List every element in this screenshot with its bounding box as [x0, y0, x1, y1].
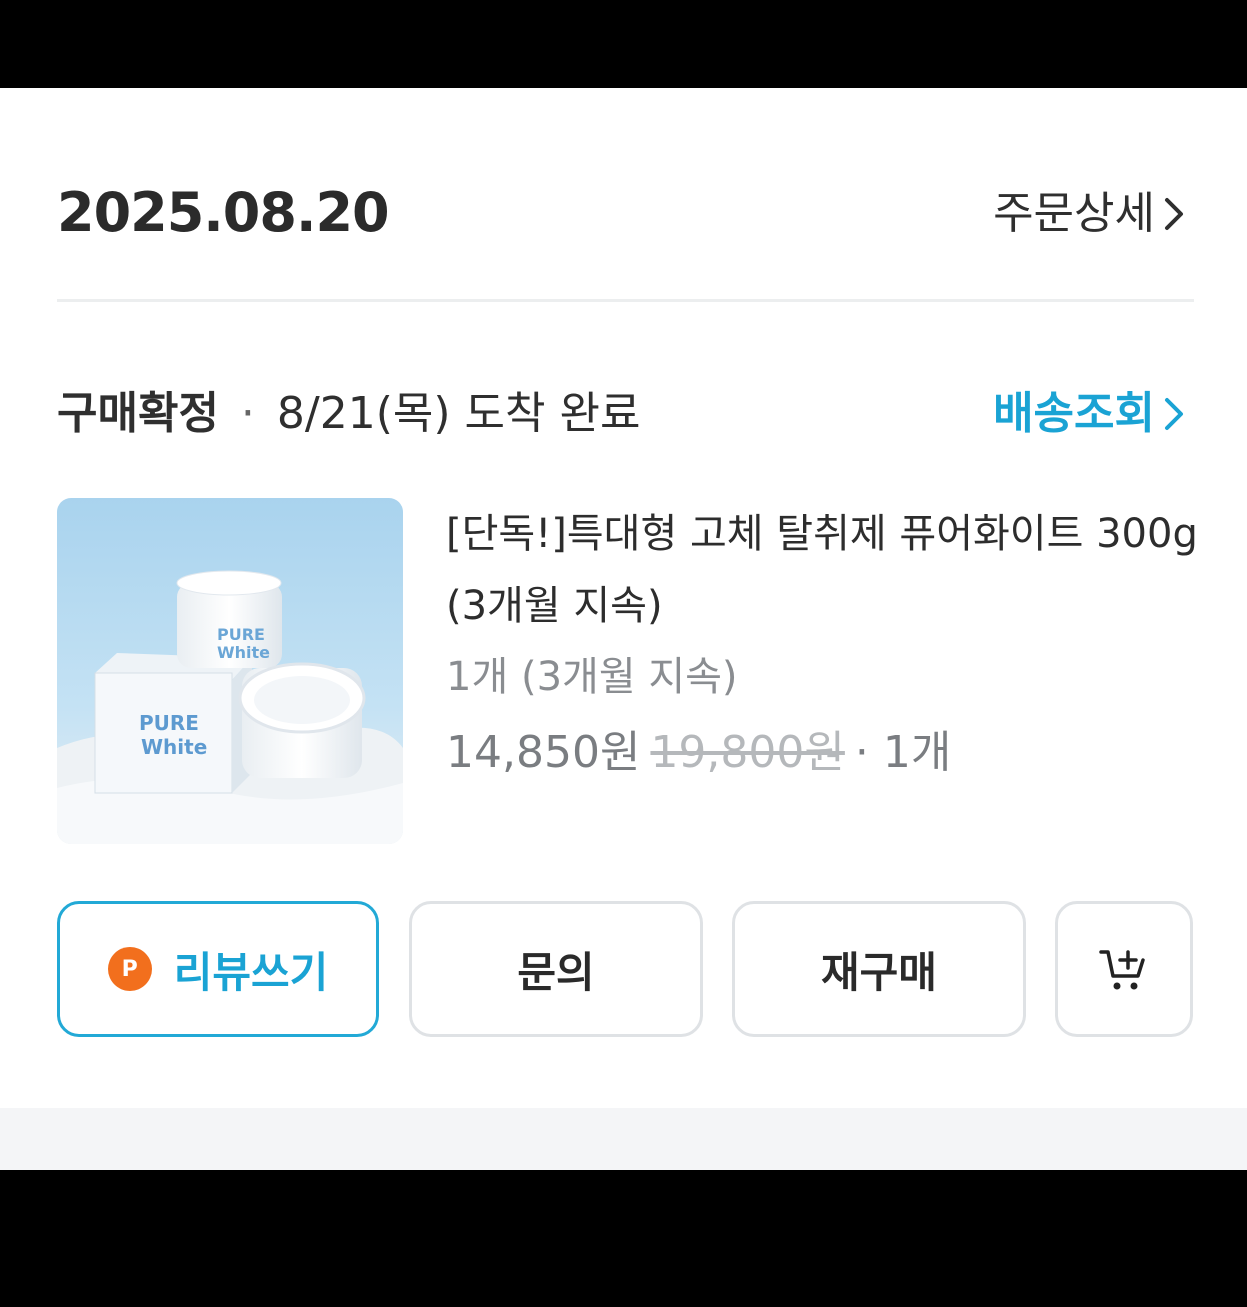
chevron-right-icon: [1165, 398, 1183, 430]
product-name[interactable]: [단독!]특대형 고체 탈취제 퓨어화이트 300g (3개월 지속): [446, 498, 1206, 642]
track-delivery-label: 배송조회: [993, 388, 1155, 439]
purchase-status: 구매확정: [57, 388, 219, 439]
order-date: 2025.08.20: [57, 181, 390, 244]
write-review-label: 리뷰쓰기: [173, 947, 329, 997]
quantity: · 1개: [854, 727, 952, 778]
inquiry-label: 문의: [517, 947, 595, 997]
product-thumbnail[interactable]: PURE White PURE White: [57, 498, 403, 844]
add-to-cart-icon: [1099, 950, 1145, 990]
price-row: 14,850원 19,800원 · 1개: [446, 722, 951, 784]
product-image: PURE White PURE White: [57, 498, 403, 844]
card-footer-spacer: [0, 1108, 1247, 1170]
arrival-text: 8/21(목) 도착 완료: [276, 388, 641, 439]
order-detail-label: 주문상세: [993, 188, 1155, 239]
box-brand-text-2: White: [141, 735, 207, 759]
sale-price: 14,850원: [446, 727, 641, 778]
rebuy-button[interactable]: 재구매: [732, 901, 1026, 1037]
jar-brand-text-1: PURE: [217, 625, 265, 644]
chevron-right-icon: [1165, 198, 1183, 230]
write-review-button[interactable]: P 리뷰쓰기: [57, 901, 379, 1037]
product-option: 1개 (3개월 지속): [446, 654, 738, 700]
inquiry-button[interactable]: 문의: [409, 901, 703, 1037]
jar-brand-text-2: White: [217, 643, 270, 662]
point-badge-icon: P: [107, 947, 152, 991]
delivery-status: 구매확정 · 8/21(목) 도착 완료: [57, 384, 640, 444]
original-price: 19,800원: [650, 727, 845, 778]
divider: [57, 299, 1194, 302]
box-brand-text-1: PURE: [139, 711, 199, 735]
rebuy-label: 재구매: [821, 947, 937, 997]
order-detail-link[interactable]: 주문상세: [993, 184, 1185, 244]
status-separator: ·: [240, 388, 255, 439]
track-delivery-link[interactable]: 배송조회: [993, 384, 1185, 444]
add-to-cart-button[interactable]: [1055, 901, 1193, 1037]
